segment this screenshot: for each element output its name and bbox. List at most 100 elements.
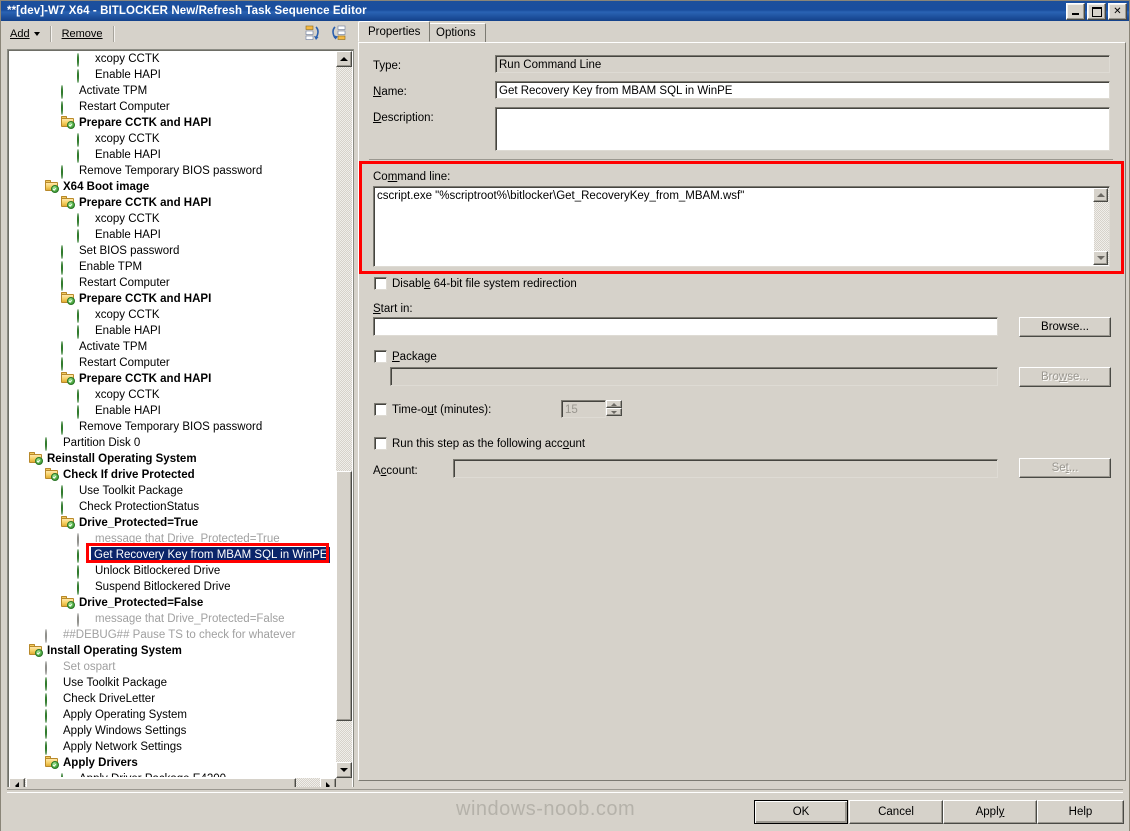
tree-item[interactable]: Apply Network Settings bbox=[9, 739, 334, 755]
command-line-scrollbar[interactable] bbox=[1093, 188, 1109, 265]
tree-item[interactable]: Apply Windows Settings bbox=[9, 723, 334, 739]
tree-item[interactable]: Reinstall Operating System bbox=[9, 451, 334, 467]
tree-item[interactable]: Drive_Protected=False bbox=[9, 595, 334, 611]
move-down-icon[interactable] bbox=[329, 25, 347, 44]
tree-item[interactable]: Apply Operating System bbox=[9, 707, 334, 723]
tree-item[interactable]: xcopy CCTK bbox=[9, 387, 334, 403]
tree-item[interactable]: Apply Drivers bbox=[9, 755, 334, 771]
scroll-down-button[interactable] bbox=[336, 762, 352, 778]
tree-item[interactable]: Prepare CCTK and HAPI bbox=[9, 195, 334, 211]
tree-item[interactable]: X64 Boot image bbox=[9, 179, 334, 195]
tree-item[interactable]: Get Recovery Key from MBAM SQL in WinPE bbox=[9, 547, 334, 563]
command-line-input[interactable]: cscript.exe "%scriptroot%\bitlocker\Get_… bbox=[373, 186, 1110, 267]
tree-item-label: xcopy CCTK bbox=[95, 133, 160, 145]
remove-button-label: Remove bbox=[61, 27, 103, 40]
tree-item[interactable]: Suspend Bitlockered Drive bbox=[9, 579, 334, 595]
close-button[interactable]: ✕ bbox=[1108, 3, 1127, 20]
tree-item[interactable]: Enable TPM bbox=[9, 259, 334, 275]
package-input bbox=[390, 367, 998, 386]
package-checkbox[interactable] bbox=[374, 350, 387, 363]
tree-item[interactable]: Restart Computer bbox=[9, 99, 334, 115]
tree-item[interactable]: message that Drive_Protected=False bbox=[9, 611, 334, 627]
tree-item[interactable]: Remove Temporary BIOS password bbox=[9, 419, 334, 435]
description-input[interactable] bbox=[495, 107, 1110, 151]
package-checkbox-row[interactable]: Package bbox=[374, 350, 437, 363]
step-enabled-icon bbox=[77, 548, 91, 563]
add-menu-button[interactable]: Add bbox=[3, 26, 47, 43]
tree-item[interactable]: Prepare CCTK and HAPI bbox=[9, 291, 334, 307]
tree-vertical-scrollbar[interactable] bbox=[336, 51, 352, 778]
step-enabled-icon bbox=[61, 100, 75, 115]
task-sequence-tree[interactable]: xcopy CCTK Enable HAPI Activate TPM Restart… bbox=[7, 49, 354, 796]
account-label: Account: bbox=[373, 465, 418, 477]
help-button[interactable]: Help bbox=[1037, 800, 1124, 824]
run-as-account-checkbox-row[interactable]: Run this step as the following account bbox=[374, 437, 585, 450]
tree-item[interactable]: ##DEBUG## Pause TS to check for whatever bbox=[9, 627, 334, 643]
tree-item[interactable]: Check ProtectionStatus bbox=[9, 499, 334, 515]
tree-item[interactable]: Partition Disk 0 bbox=[9, 435, 334, 451]
tree-item[interactable]: Use Toolkit Package bbox=[9, 675, 334, 691]
tree-item[interactable]: Use Toolkit Package bbox=[9, 483, 334, 499]
timeout-spinner-down[interactable] bbox=[606, 408, 622, 416]
tree-item[interactable]: Prepare CCTK and HAPI bbox=[9, 115, 334, 131]
command-line-scroll-down-button[interactable] bbox=[1093, 251, 1108, 265]
start-in-browse-button[interactable]: Browse... bbox=[1019, 317, 1111, 337]
minimize-button[interactable] bbox=[1066, 3, 1085, 20]
step-enabled-icon bbox=[61, 244, 75, 259]
tree-item[interactable]: Activate TPM bbox=[9, 83, 334, 99]
cancel-button[interactable]: Cancel bbox=[849, 800, 943, 824]
tree-item[interactable]: Restart Computer bbox=[9, 275, 334, 291]
tree-item[interactable]: Drive_Protected=True bbox=[9, 515, 334, 531]
maximize-button[interactable] bbox=[1087, 3, 1106, 20]
tree-item[interactable]: Enable HAPI bbox=[9, 403, 334, 419]
tree-item[interactable]: Prepare CCTK and HAPI bbox=[9, 371, 334, 387]
tree-item[interactable]: Restart Computer bbox=[9, 355, 334, 371]
timeout-checkbox-row[interactable]: Time-out (minutes): bbox=[374, 403, 491, 416]
ok-button[interactable]: OK bbox=[754, 800, 848, 824]
tree-item-label: Apply Network Settings bbox=[63, 741, 182, 753]
timeout-spinner-up[interactable] bbox=[606, 400, 622, 408]
timeout-spinner[interactable] bbox=[606, 400, 622, 416]
command-line-scroll-up-button[interactable] bbox=[1093, 188, 1108, 202]
start-in-input[interactable] bbox=[373, 317, 998, 336]
tree-item[interactable]: Unlock Bitlockered Drive bbox=[9, 563, 334, 579]
tree-item[interactable]: Install Operating System bbox=[9, 643, 334, 659]
disable-redirection-checkbox[interactable] bbox=[374, 277, 387, 290]
arrow-down-icon bbox=[1096, 256, 1105, 260]
tree-item-label: Use Toolkit Package bbox=[79, 485, 183, 497]
step-enabled-icon bbox=[77, 308, 91, 323]
tree-item[interactable]: message that Drive_Protected=True bbox=[9, 531, 334, 547]
tree-item[interactable]: xcopy CCTK bbox=[9, 131, 334, 147]
tree-item[interactable]: Apply Driver Package E4200 bbox=[9, 771, 334, 777]
tree-item[interactable]: Activate TPM bbox=[9, 339, 334, 355]
tree-item[interactable]: Set ospart bbox=[9, 659, 334, 675]
run-as-account-checkbox[interactable] bbox=[374, 437, 387, 450]
scroll-up-button[interactable] bbox=[336, 51, 352, 67]
move-up-icon[interactable] bbox=[305, 25, 323, 44]
tree-item[interactable]: xcopy CCTK bbox=[9, 307, 334, 323]
apply-button[interactable]: Apply bbox=[943, 800, 1037, 824]
remove-button[interactable]: Remove bbox=[55, 26, 110, 43]
step-enabled-icon bbox=[77, 52, 91, 67]
name-input[interactable]: Get Recovery Key from MBAM SQL in WinPE bbox=[495, 81, 1110, 99]
vertical-scroll-thumb[interactable] bbox=[336, 471, 352, 721]
command-line-label: Command line: bbox=[373, 171, 451, 183]
tree-item[interactable]: xcopy CCTK bbox=[9, 211, 334, 227]
tree-item[interactable]: Enable HAPI bbox=[9, 227, 334, 243]
disable-redirection-checkbox-row[interactable]: Disable 64-bit file system redirection bbox=[374, 277, 577, 290]
tree-item[interactable]: Set BIOS password bbox=[9, 243, 334, 259]
step-enabled-icon bbox=[77, 132, 91, 147]
tree-item[interactable]: xcopy CCTK bbox=[9, 51, 334, 67]
tab-options[interactable]: Options bbox=[426, 23, 486, 42]
timeout-checkbox[interactable] bbox=[374, 403, 387, 416]
tree-item[interactable]: Enable HAPI bbox=[9, 323, 334, 339]
tab-properties[interactable]: Properties bbox=[358, 21, 431, 42]
tree-item[interactable]: Check If drive Protected bbox=[9, 467, 334, 483]
tree-item[interactable]: Check DriveLetter bbox=[9, 691, 334, 707]
tree-item-label: Drive_Protected=True bbox=[79, 517, 199, 529]
tree-item[interactable]: Enable HAPI bbox=[9, 147, 334, 163]
tree-item[interactable]: Remove Temporary BIOS password bbox=[9, 163, 334, 179]
tree-item-label: Check If drive Protected bbox=[63, 469, 195, 481]
timeout-input: 15 bbox=[561, 400, 606, 418]
tree-item[interactable]: Enable HAPI bbox=[9, 67, 334, 83]
